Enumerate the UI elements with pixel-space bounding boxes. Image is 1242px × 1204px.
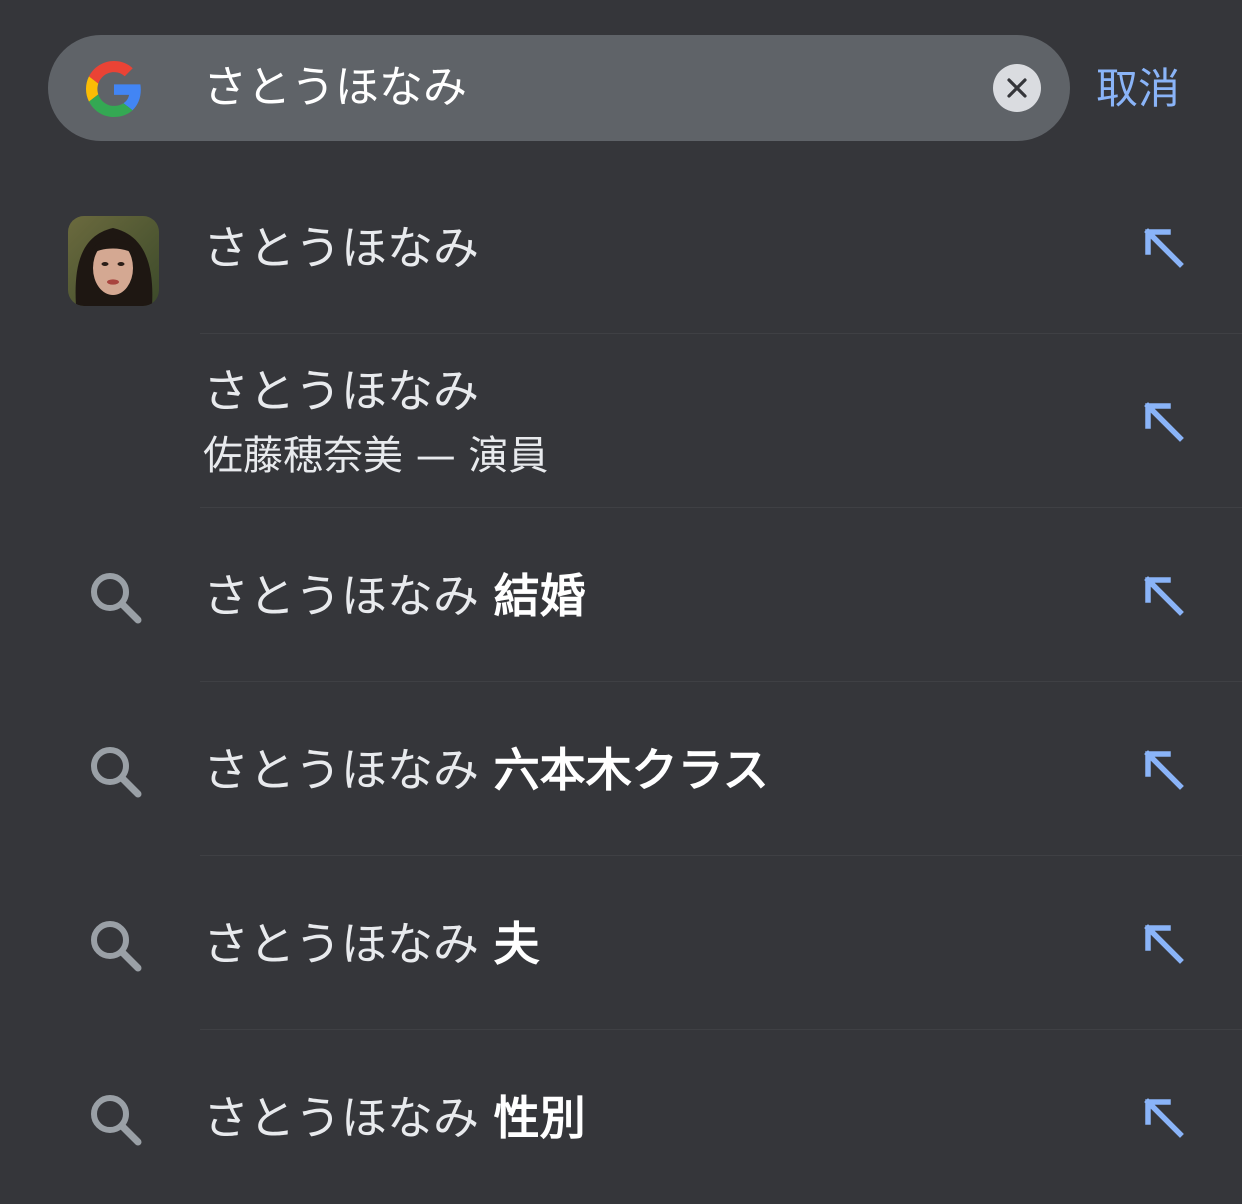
suggestion-suffix-text: 性別 [493, 1091, 586, 1145]
suggestion-base-text: さとうほなみ [203, 743, 479, 797]
search-icon [91, 573, 142, 624]
search-icon [91, 1095, 142, 1146]
clear-search-button[interactable] [993, 64, 1041, 112]
fill-query-arrow-icon[interactable] [1132, 1088, 1192, 1148]
search-icon [91, 747, 142, 798]
suggestion-item-history[interactable]: さとうほなみ [0, 160, 1242, 334]
entity-title: さとうほなみ [203, 364, 479, 418]
fill-query-arrow-icon[interactable] [1132, 392, 1192, 452]
suggestion-suffix-text: 結婚 [493, 569, 586, 623]
suggestion-item[interactable]: さとうほなみ 夫 [0, 856, 1242, 1030]
cancel-button[interactable]: 取消 [1096, 60, 1180, 118]
suggestion-text: さとうほなみ 六本木クラス [203, 740, 769, 800]
suggestion-base-text: さとうほなみ [203, 1091, 479, 1145]
suggestion-item-entity[interactable] [0, 334, 1242, 508]
fill-query-arrow-icon[interactable] [1132, 914, 1192, 974]
suggestion-text: さとうほなみ [203, 218, 479, 278]
fill-query-arrow-icon[interactable] [1132, 566, 1192, 626]
suggestion-item[interactable]: さとうほなみ 六本木クラス [0, 682, 1242, 856]
suggestion-base-text: さとうほなみ [203, 221, 479, 275]
avatar [68, 216, 159, 306]
suggestion-suffix-text: 六本木クラス [493, 743, 769, 797]
suggestion-text: さとうほなみ 結婚 [203, 566, 586, 626]
suggestion-base-text: さとうほなみ [203, 569, 479, 623]
suggestion-item[interactable]: さとうほなみ 性別 [0, 1030, 1242, 1204]
avatar-image [68, 216, 159, 306]
suggestion-text: さとうほなみ 性別 [203, 1088, 586, 1148]
fill-query-arrow-icon[interactable] [1132, 740, 1192, 800]
search-input[interactable] [203, 58, 963, 118]
entity-subtitle: 佐藤穂奈美 — 演員 [203, 433, 549, 479]
suggestion-text: さとうほなみ 夫 [203, 914, 540, 974]
fill-query-arrow-icon[interactable] [1132, 218, 1192, 278]
suggestion-suffix-text: 夫 [493, 917, 540, 971]
search-icon [91, 921, 142, 972]
google-logo-icon [86, 61, 141, 117]
close-icon [1007, 78, 1027, 98]
suggestion-base-text: さとうほなみ [203, 917, 479, 971]
suggestion-item[interactable]: さとうほなみ 結婚 [0, 508, 1242, 682]
